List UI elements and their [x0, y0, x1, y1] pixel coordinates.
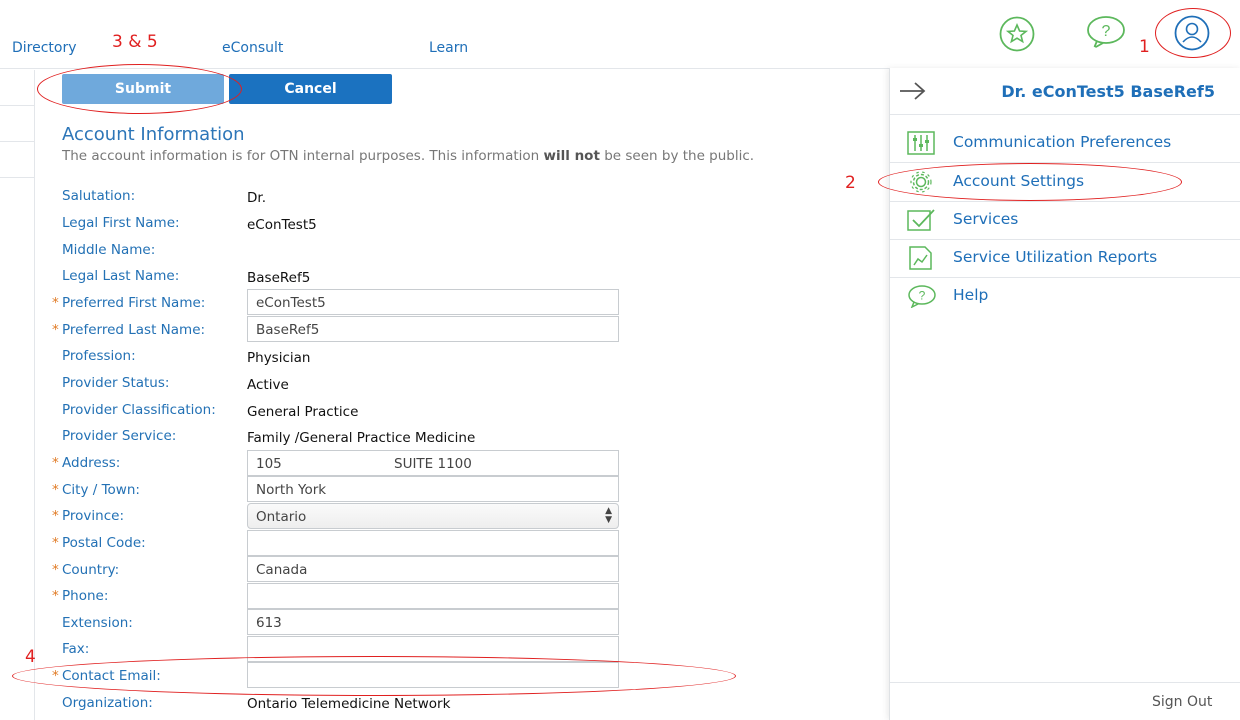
menu-item-communication-preferences[interactable]: Communication Preferences: [890, 124, 1240, 163]
annotation-circle-contact-email: [12, 656, 736, 696]
legal-last-name-label: Legal Last Name:: [62, 268, 180, 284]
required-marker: *: [52, 535, 59, 551]
provider-status-label: Provider Status:: [62, 375, 170, 391]
provider-service-label: Provider Service:: [62, 428, 177, 444]
address-line-value: 105: [256, 456, 282, 472]
annotation-circle-account-settings: [878, 163, 1182, 201]
annotation-circle-submit: [37, 64, 242, 114]
menu-item-label: Service Utilization Reports: [953, 248, 1158, 266]
checkbox-icon: [907, 209, 935, 231]
strip-row: [0, 70, 34, 106]
menu-item-services[interactable]: Services: [890, 201, 1240, 240]
annotation-label-3-and-5: 3 & 5: [112, 32, 158, 52]
menu-item-label: Help: [953, 286, 989, 304]
cancel-button[interactable]: Cancel: [229, 74, 392, 104]
menu-item-label: Communication Preferences: [953, 133, 1172, 151]
preferred-last-name-label: Preferred Last Name:: [62, 322, 206, 338]
svg-text:?: ?: [1102, 23, 1111, 40]
desc-text-2: be seen by the public.: [599, 148, 755, 164]
address-input[interactable]: 105 SUITE 1100: [247, 450, 619, 476]
arrow-right-icon[interactable]: [898, 80, 928, 102]
section-description: The account information is for OTN inter…: [62, 148, 754, 164]
profession-value: Physician: [247, 350, 311, 366]
postal-code-input[interactable]: [247, 530, 619, 556]
star-icon[interactable]: [999, 16, 1035, 52]
preferred-last-name-input[interactable]: BaseRef5: [247, 316, 619, 342]
required-marker: *: [52, 562, 59, 578]
phone-input[interactable]: [247, 583, 619, 609]
menu-item-help[interactable]: ? Help: [890, 277, 1240, 315]
required-marker: *: [52, 482, 59, 498]
address-suite-value: SUITE 1100: [394, 456, 472, 472]
required-marker: *: [52, 455, 59, 471]
extension-input[interactable]: 613: [247, 609, 619, 635]
legal-first-name-label: Legal First Name:: [62, 215, 180, 231]
organization-value: Ontario Telemedicine Network: [247, 696, 451, 712]
strip-row: [0, 106, 34, 142]
panel-divider: [890, 682, 1240, 683]
menu-item-label: Services: [953, 210, 1019, 228]
city-input[interactable]: North York: [247, 476, 619, 502]
menu-item-service-utilization-reports[interactable]: Service Utilization Reports: [890, 239, 1240, 278]
salutation-label: Salutation:: [62, 188, 136, 204]
provider-classification-label: Provider Classification:: [62, 402, 216, 418]
legal-last-name-value: BaseRef5: [247, 270, 311, 286]
help-chat-icon[interactable]: ?: [1085, 14, 1127, 50]
preferred-first-name-label: Preferred First Name:: [62, 295, 206, 311]
required-marker: *: [52, 295, 59, 311]
select-arrows-icon: ▲ ▼: [605, 506, 612, 525]
phone-label: Phone:: [62, 588, 109, 604]
section-title: Account Information: [62, 124, 245, 145]
required-marker: *: [52, 508, 59, 524]
report-chart-icon: [909, 246, 932, 270]
postal-code-label: Postal Code:: [62, 535, 146, 551]
profession-label: Profession:: [62, 348, 136, 364]
provider-service-value: Family /General Practice Medicine: [247, 430, 476, 446]
provider-status-value: Active: [247, 377, 289, 393]
fax-label: Fax:: [62, 641, 90, 657]
user-name: Dr. eConTest5 BaseRef5: [1001, 82, 1215, 101]
city-label: City / Town:: [62, 482, 140, 498]
required-marker: *: [52, 588, 59, 604]
organization-label: Organization:: [62, 695, 153, 711]
annotation-circle-profile: [1155, 8, 1231, 58]
svg-text:?: ?: [919, 289, 926, 303]
annotation-label-4: 4: [25, 647, 36, 667]
help-chat-icon: ?: [908, 285, 936, 308]
sliders-icon: [907, 131, 935, 155]
legal-first-name-value: eConTest5: [247, 217, 317, 233]
annotation-label-2: 2: [845, 173, 856, 193]
preferred-first-name-input[interactable]: eConTest5: [247, 289, 619, 315]
provider-classification-value: General Practice: [247, 404, 359, 420]
nav-learn[interactable]: Learn: [429, 40, 468, 56]
country-input[interactable]: Canada: [247, 556, 619, 582]
salutation-value: Dr.: [247, 190, 266, 206]
country-label: Country:: [62, 562, 120, 578]
province-selected-value: Ontario: [256, 509, 307, 525]
desc-bold: will not: [543, 148, 600, 164]
nav-econsult[interactable]: eConsult: [222, 40, 283, 56]
left-side-strip: [0, 70, 35, 720]
province-label: Province:: [62, 508, 124, 524]
middle-name-label: Middle Name:: [62, 242, 156, 258]
strip-row: [0, 142, 34, 178]
sign-out-link[interactable]: Sign Out: [1152, 694, 1212, 710]
nav-directory[interactable]: Directory: [12, 40, 77, 56]
province-select[interactable]: Ontario ▲ ▼: [247, 503, 619, 529]
required-marker: *: [52, 322, 59, 338]
panel-header: Dr. eConTest5 BaseRef5: [890, 68, 1240, 115]
annotation-label-1: 1: [1139, 37, 1150, 57]
desc-text-1: The account information is for OTN inter…: [62, 148, 544, 164]
address-label: Address:: [62, 455, 121, 471]
extension-label: Extension:: [62, 615, 133, 631]
